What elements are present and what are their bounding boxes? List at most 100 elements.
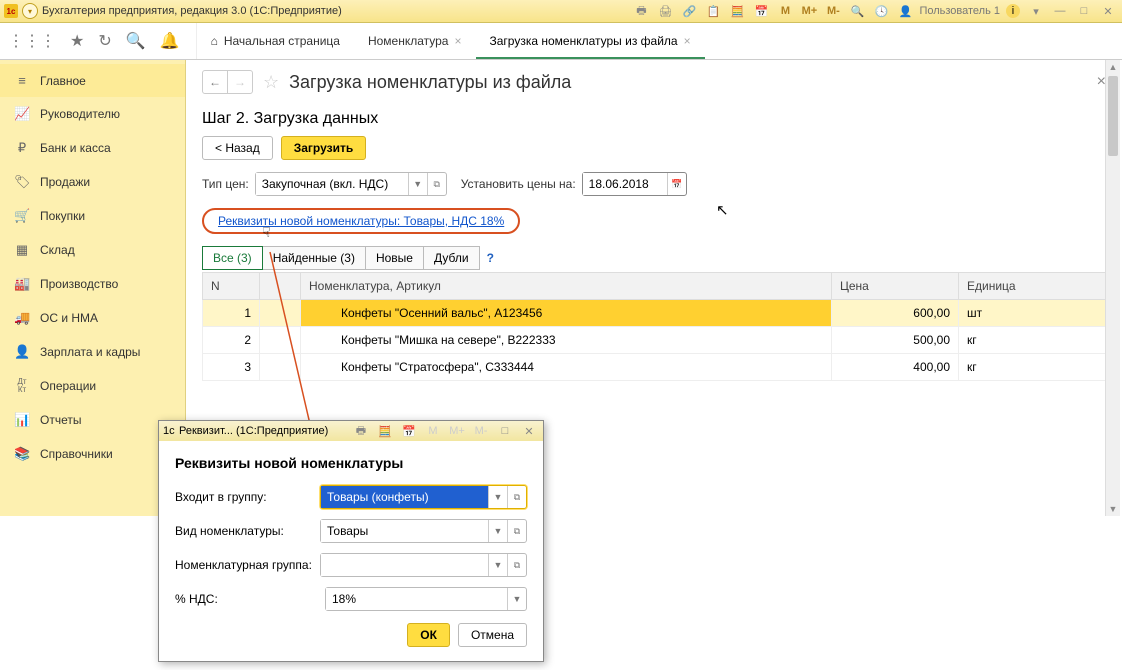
memory-m[interactable]: M (777, 3, 793, 19)
maximize-icon[interactable]: □ (1076, 3, 1092, 19)
tab-nomenclature[interactable]: Номенклатура× (354, 25, 476, 59)
type-input[interactable] (321, 520, 488, 542)
open-dialog-icon[interactable]: ⧉ (507, 486, 526, 508)
print2-icon[interactable]: 🖨 (657, 3, 673, 19)
scrollbar-thumb[interactable] (1108, 76, 1118, 156)
calendar-picker-icon[interactable]: 📅 (667, 173, 686, 195)
person-icon: 👤 (14, 344, 30, 360)
sidebar-label: ОС и НМА (40, 311, 98, 325)
sidebar-item-operations[interactable]: Дт КтОперации (0, 369, 185, 403)
nav-fwd-button[interactable]: → (228, 71, 252, 93)
cancel-button[interactable]: Отмена (458, 623, 527, 647)
help-icon[interactable]: ? (487, 251, 494, 265)
memory-mplus[interactable]: M+ (801, 3, 817, 19)
memory-mminus[interactable]: M- (825, 3, 841, 19)
date-combo[interactable]: 📅 (582, 172, 687, 196)
calc-icon[interactable]: 🧮 (729, 3, 745, 19)
tab-load-file[interactable]: Загрузка номенклатуры из файла× (476, 25, 705, 59)
group-combo[interactable]: ▼ ⧉ (320, 485, 527, 509)
sidebar-item-warehouse[interactable]: ▦Склад (0, 233, 185, 267)
cell-price: 400,00 (832, 354, 959, 381)
sidebar-label: Производство (40, 277, 118, 291)
cell-n: 3 (203, 354, 260, 381)
sidebar-item-bank[interactable]: ₽Банк и касса (0, 131, 185, 165)
history-nav-icon[interactable]: ↻ (98, 31, 111, 51)
modal-close-icon[interactable]: ✕ (521, 423, 537, 439)
cell-price: 500,00 (832, 327, 959, 354)
tag-icon: 🏷 (14, 174, 30, 190)
group-input[interactable] (321, 486, 488, 508)
zoom-icon[interactable]: 🔍 (849, 3, 865, 19)
books-icon: 📚 (14, 446, 30, 462)
memory-mplus[interactable]: M+ (449, 423, 465, 439)
close-tab-icon[interactable]: × (454, 34, 461, 48)
favorite-star-icon[interactable]: ☆ (263, 72, 279, 93)
vat-combo[interactable]: ▼ (325, 587, 527, 611)
clipboard-icon[interactable]: 📋 (705, 3, 721, 19)
nomgrp-combo[interactable]: ▼ ⧉ (320, 553, 527, 577)
vat-input[interactable] (326, 588, 507, 610)
open-dialog-icon[interactable]: ⧉ (507, 554, 526, 576)
dropdown-icon[interactable]: ▼ (408, 173, 427, 195)
minimize-icon[interactable]: — (1052, 3, 1068, 19)
sidebar-item-assets[interactable]: 🚚ОС и НМА (0, 301, 185, 335)
dropdown-icon[interactable]: ▼ (488, 520, 507, 542)
price-type-input[interactable] (256, 173, 408, 195)
tab-dup[interactable]: Дубли (423, 246, 480, 270)
title-bar: 1c ▾ Бухгалтерия предприятия, редакция 3… (0, 0, 1122, 23)
calendar-icon[interactable]: 📅 (753, 3, 769, 19)
sidebar-item-hr[interactable]: 👤 Зарплата и кадры (0, 335, 185, 369)
sidebar-label: Зарплата и кадры (40, 345, 140, 359)
open-dialog-icon[interactable]: ⧉ (427, 173, 446, 195)
info-dd[interactable]: ▾ (1028, 3, 1044, 19)
star-icon[interactable]: ★ (70, 31, 84, 51)
apps-icon[interactable]: ⋮⋮⋮ (8, 31, 56, 51)
load-button[interactable]: Загрузить (281, 136, 366, 160)
link-icon[interactable]: 🔗 (681, 3, 697, 19)
history-icon[interactable]: 🕓 (873, 3, 889, 19)
nomgrp-input[interactable] (321, 554, 488, 576)
scroll-up-icon[interactable]: ▲ (1109, 60, 1118, 74)
ok-button[interactable]: ОК (407, 623, 450, 647)
table-row[interactable]: 1 Конфеты "Осенний вальс", A123456 600,0… (203, 300, 1106, 327)
close-tab-icon[interactable]: × (684, 34, 691, 48)
print-icon[interactable]: 🖶 (353, 423, 369, 439)
tab-found[interactable]: Найденные (3) (262, 246, 366, 270)
app-logo-icon: 1c (163, 425, 175, 437)
sidebar-item-sales[interactable]: 🏷Продажи (0, 165, 185, 199)
vertical-scrollbar[interactable]: ▲ ▼ (1105, 60, 1120, 516)
calendar-icon[interactable]: 📅 (401, 423, 417, 439)
tab-all[interactable]: Все (3) (202, 246, 263, 270)
sidebar-item-production[interactable]: 🏭Производство (0, 267, 185, 301)
tab-new[interactable]: Новые (365, 246, 424, 270)
user-icon[interactable]: 👤 (897, 3, 913, 19)
calc-icon[interactable]: 🧮 (377, 423, 393, 439)
table-row[interactable]: 3 Конфеты "Стратосфера", C333444 400,00 … (203, 354, 1106, 381)
table-row[interactable]: 2 Конфеты "Мишка на севере", B222333 500… (203, 327, 1106, 354)
app-menu-dropdown[interactable]: ▾ (22, 3, 38, 19)
nav-back-button[interactable]: ← (203, 71, 228, 93)
bell-icon[interactable]: 🔔 (160, 31, 180, 51)
modal-max-icon[interactable]: □ (497, 423, 513, 439)
search-icon[interactable]: 🔍 (126, 31, 146, 51)
sidebar-item-purchases[interactable]: 🛒Покупки (0, 199, 185, 233)
close-window-icon[interactable]: ✕ (1100, 3, 1116, 19)
memory-m[interactable]: M (425, 423, 441, 439)
type-combo[interactable]: ▼ ⧉ (320, 519, 527, 543)
dropdown-icon[interactable]: ▼ (507, 588, 526, 610)
open-dialog-icon[interactable]: ⧉ (507, 520, 526, 542)
scroll-down-icon[interactable]: ▼ (1109, 502, 1118, 516)
dropdown-icon[interactable]: ▼ (488, 554, 507, 576)
back-button[interactable]: < Назад (202, 136, 273, 160)
sidebar-item-manager[interactable]: 📈Руководителю (0, 97, 185, 131)
date-input[interactable] (583, 173, 667, 195)
date-label: Установить цены на: (461, 177, 576, 191)
info-icon[interactable]: i (1006, 4, 1020, 18)
sidebar-item-main[interactable]: ≡Главное (0, 64, 185, 97)
memory-mminus[interactable]: M- (473, 423, 489, 439)
print-icon[interactable]: 🖶 (633, 3, 649, 19)
requisites-link[interactable]: Реквизиты новой номенклатуры: Товары, НД… (218, 214, 504, 228)
price-type-combo[interactable]: ▼ ⧉ (255, 172, 447, 196)
tab-home[interactable]: ⌂Начальная страница (197, 25, 354, 59)
dropdown-icon[interactable]: ▼ (488, 486, 507, 508)
